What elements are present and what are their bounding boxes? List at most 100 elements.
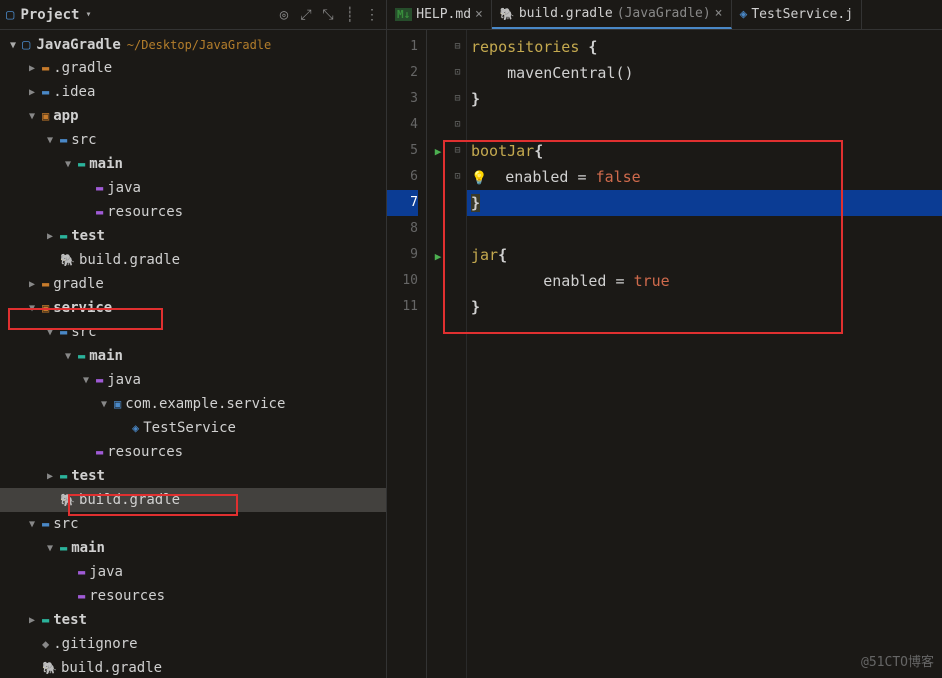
tree-arrow[interactable]: ▼ <box>80 375 92 386</box>
tree-arrow[interactable]: ▼ <box>44 543 56 554</box>
tree-row[interactable]: ▼▬ java <box>0 368 386 392</box>
line-number: 6 <box>387 164 418 190</box>
code-line[interactable]: mavenCentral() <box>471 60 942 86</box>
tree-label: test <box>53 612 87 628</box>
gradle-icon: 🐘 <box>60 493 75 507</box>
code-line[interactable] <box>471 216 942 242</box>
code-line[interactable]: } <box>471 86 942 112</box>
folder-icon: ▬ <box>96 205 103 219</box>
fold-icon[interactable]: ⊟ <box>449 34 466 60</box>
tab-label: build.gradle <box>519 6 613 21</box>
code-line[interactable]: enabled = true <box>471 268 942 294</box>
close-icon[interactable]: × <box>475 7 483 22</box>
tree-row[interactable]: ▼▬ main <box>0 344 386 368</box>
fold-icon[interactable]: ⊟ <box>449 86 466 112</box>
tree-row[interactable]: ▼▣ com.example.service <box>0 392 386 416</box>
tree-row[interactable]: 🐘 build.gradle <box>0 488 386 512</box>
folder-icon: ▬ <box>42 61 49 75</box>
tree-row[interactable]: 🐘 build.gradle <box>0 248 386 272</box>
tree-row[interactable]: ▼▣ service <box>0 296 386 320</box>
fold-icon[interactable]: ⊡ <box>449 164 466 190</box>
tree-arrow[interactable]: ▼ <box>26 111 38 122</box>
fold-icon[interactable]: ⊡ <box>449 112 466 138</box>
tree-label: build.gradle <box>79 252 180 268</box>
tree-row[interactable]: ▬ resources <box>0 440 386 464</box>
tree-row[interactable]: ▶▬ test <box>0 608 386 632</box>
editor-tab[interactable]: M↓HELP.md × <box>387 0 492 29</box>
tree-arrow[interactable]: ▶ <box>26 279 38 290</box>
tree-label: com.example.service <box>125 396 285 412</box>
tree-row[interactable]: ▼▬ main <box>0 536 386 560</box>
tree-arrow[interactable]: ▼ <box>98 399 110 410</box>
tree-arrow[interactable]: ▼ <box>26 519 38 530</box>
folder-icon: ▬ <box>60 469 67 483</box>
code-line[interactable]: 💡 enabled = false <box>471 164 942 190</box>
tree-row[interactable]: ▶▬ gradle <box>0 272 386 296</box>
tree-row[interactable]: ▬ java <box>0 176 386 200</box>
tree-arrow[interactable]: ▼ <box>62 159 74 170</box>
project-root[interactable]: ▼ ▢ JavaGradle ~/Desktop/JavaGradle <box>0 34 386 56</box>
tree-arrow[interactable]: ▶ <box>26 615 38 626</box>
tree-row[interactable]: ▼▬ src <box>0 512 386 536</box>
code-line[interactable]: jar{ <box>471 242 942 268</box>
tree-arrow[interactable]: ▼ <box>44 135 56 146</box>
tree-arrow[interactable]: ▼ <box>26 303 38 314</box>
tree-row[interactable]: ▶ ▬ test <box>0 464 386 488</box>
folder-icon: ▬ <box>78 589 85 603</box>
tree-row[interactable]: ▼▣ app <box>0 104 386 128</box>
tree-arrow[interactable]: ▼ <box>44 327 56 338</box>
editor-tab[interactable]: 🐘build.gradle (JavaGradle) × <box>492 0 732 29</box>
code-line[interactable] <box>471 112 942 138</box>
fold-icon[interactable]: ⊡ <box>449 60 466 86</box>
line-number: 7 <box>387 190 418 216</box>
target-icon[interactable]: ◎ <box>276 7 292 23</box>
menu-icon[interactable]: ⋮ <box>364 7 380 23</box>
tree-label: build.gradle <box>61 660 162 676</box>
project-icon: ▢ <box>6 7 14 23</box>
tree-arrow[interactable]: ▶ <box>26 87 38 98</box>
tree-row[interactable]: ▬ java <box>0 560 386 584</box>
editor-tab[interactable]: ◈TestService.j <box>732 0 863 29</box>
expand-icon[interactable]: ⤢ <box>298 7 314 23</box>
code-editor[interactable]: 1234567891011 ▶ ▶ ⊟ ⊡ ⊟ ⊡ ⊟ ⊡ repositori… <box>387 30 942 678</box>
tab-note: (JavaGradle) <box>617 6 711 21</box>
tree-row[interactable]: ▶▬ test <box>0 224 386 248</box>
tree-row[interactable]: ▼▬ src <box>0 320 386 344</box>
run-gutter[interactable]: ▶ ▶ <box>427 30 449 678</box>
tree-row[interactable]: ▶▬ .gradle <box>0 56 386 80</box>
line-number: 3 <box>387 86 418 112</box>
tree-row[interactable]: ▶▬ .idea <box>0 80 386 104</box>
folder-icon: ▬ <box>60 133 67 147</box>
line-number: 9 <box>387 242 418 268</box>
tree-row[interactable]: ◈ TestService <box>0 416 386 440</box>
tree-arrow[interactable]: ▶ <box>26 63 38 74</box>
fold-gutter[interactable]: ⊟ ⊡ ⊟ ⊡ ⊟ ⊡ <box>449 30 467 678</box>
close-icon[interactable]: × <box>715 6 723 21</box>
tree-label: .gitignore <box>53 636 137 652</box>
project-tree[interactable]: ▼ ▢ JavaGradle ~/Desktop/JavaGradle ▶▬ .… <box>0 30 387 678</box>
fold-icon[interactable]: ⊟ <box>449 138 466 164</box>
tree-row[interactable]: ▬ resources <box>0 584 386 608</box>
file-icon: ◈ <box>740 7 748 22</box>
collapse-icon[interactable]: ⤡ <box>320 7 336 23</box>
intention-bulb-icon[interactable]: 💡 <box>471 171 487 186</box>
tree-row[interactable]: ▼▬ src <box>0 128 386 152</box>
tree-row[interactable]: ▬ resources <box>0 200 386 224</box>
run-icon[interactable]: ▶ <box>435 145 442 158</box>
chevron-down-icon[interactable]: ▾ <box>85 9 91 20</box>
project-title[interactable]: Project <box>20 7 79 23</box>
code-area[interactable]: repositories { mavenCentral()} bootJar{💡… <box>467 30 942 678</box>
tree-row[interactable]: ◆ .gitignore <box>0 632 386 656</box>
tree-label: test <box>71 468 105 484</box>
run-icon[interactable]: ▶ <box>435 250 442 263</box>
tree-arrow[interactable]: ▶ <box>44 231 56 242</box>
code-line[interactable]: } <box>471 294 942 320</box>
folder-icon: ▬ <box>60 229 67 243</box>
tree-arrow[interactable]: ▶ <box>44 471 56 482</box>
code-line[interactable]: } <box>467 190 942 216</box>
tree-arrow[interactable]: ▼ <box>62 351 74 362</box>
tree-row[interactable]: 🐘 build.gradle <box>0 656 386 678</box>
code-line[interactable]: bootJar{ <box>471 138 942 164</box>
tree-row[interactable]: ▼▬ main <box>0 152 386 176</box>
code-line[interactable]: repositories { <box>471 34 942 60</box>
